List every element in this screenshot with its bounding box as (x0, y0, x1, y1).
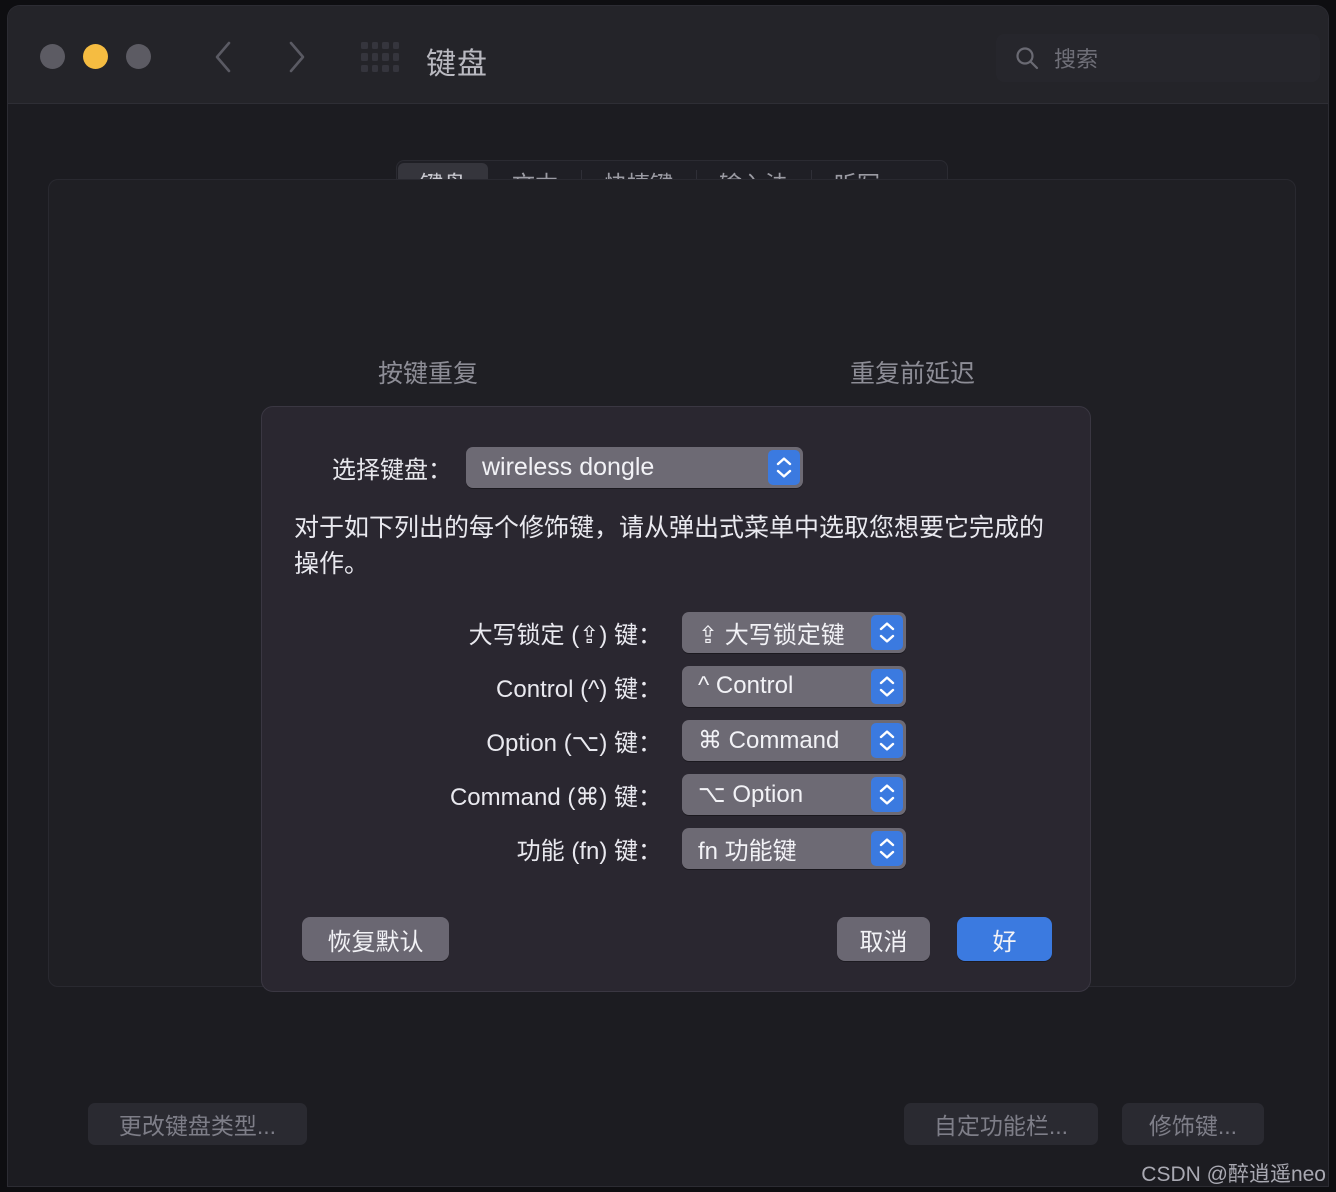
restore-defaults-button[interactable]: 恢复默认 (302, 917, 449, 961)
capslock-action-value: ⇪ 大写锁定键 (698, 621, 845, 649)
modifier-row-fn: 功能 (fn) 键： fn 功能键 (262, 821, 1090, 875)
system-preferences-window: 键盘 搜索 键盘 文本 快捷键 输入法 听写 按键重复 重复前延迟 更 (8, 6, 1328, 1186)
modifier-row-option: Option (⌥) 键： ⌘ Command (262, 713, 1090, 767)
search-icon (1014, 45, 1040, 71)
close-button[interactable] (40, 44, 65, 69)
modifier-row-capslock: 大写锁定 (⇪) 键： ⇪ 大写锁定键 (262, 605, 1090, 659)
titlebar: 键盘 搜索 (8, 6, 1328, 104)
modifier-row-control: Control (^) 键： ^ Control (262, 659, 1090, 713)
command-action-value: ⌥ Option (698, 780, 804, 808)
customize-touch-bar-button[interactable]: 自定功能栏... (904, 1103, 1098, 1145)
preferences-body: 键盘 文本 快捷键 输入法 听写 按键重复 重复前延迟 更改键盘类型... 自定… (8, 104, 1328, 1186)
change-keyboard-type-button[interactable]: 更改键盘类型... (88, 1103, 307, 1145)
screen: 键盘 搜索 键盘 文本 快捷键 输入法 听写 按键重复 重复前延迟 更 (0, 0, 1336, 1192)
modifier-rows: 大写锁定 (⇪) 键： ⇪ 大写锁定键 Control (^) 键： ^ Con… (262, 605, 1090, 875)
cancel-button[interactable]: 取消 (837, 917, 930, 961)
stepper-updown-icon[interactable] (871, 776, 903, 812)
search-placeholder: 搜索 (1054, 47, 1099, 72)
control-action-value: ^ Control (698, 672, 794, 699)
stepper-updown-icon[interactable] (871, 830, 903, 866)
option-action-value: ⌘ Command (698, 726, 840, 754)
capslock-action-dropdown[interactable]: ⇪ 大写锁定键 (682, 611, 906, 653)
delay-until-repeat-label: 重复前延迟 (850, 360, 976, 388)
fn-action-value: fn 功能键 (698, 837, 797, 865)
stepper-updown-icon[interactable] (871, 722, 903, 758)
stepper-updown-icon[interactable] (768, 450, 800, 485)
select-keyboard-value: wireless dongle (482, 453, 655, 481)
modifier-keys-sheet: 选择键盘： wireless dongle 对于如下列出的每个修饰键，请从弹出式… (261, 406, 1091, 992)
stepper-updown-icon[interactable] (871, 668, 903, 704)
control-action-dropdown[interactable]: ^ Control (682, 665, 906, 707)
search-field[interactable]: 搜索 (996, 34, 1320, 82)
chevron-right-icon (287, 40, 307, 74)
watermark: CSDN @醉逍遥neo (1141, 1163, 1326, 1186)
sheet-action-bar: 恢复默认 取消 好 (262, 917, 1090, 961)
fn-action-dropdown[interactable]: fn 功能键 (682, 827, 906, 869)
forward-button[interactable] (276, 36, 318, 78)
traffic-lights (40, 44, 151, 69)
select-keyboard-row: 选择键盘： wireless dongle (262, 447, 1090, 488)
all-preferences-grid-icon[interactable] (361, 42, 399, 72)
sheet-description: 对于如下列出的每个修饰键，请从弹出式菜单中选取您想要它完成的操作。 (294, 514, 1045, 578)
modifier-keys-button[interactable]: 修饰键... (1122, 1103, 1264, 1145)
modifier-label: Control (^) 键： (496, 675, 662, 703)
select-keyboard-dropdown[interactable]: wireless dongle (466, 447, 803, 488)
select-keyboard-label: 选择键盘： (332, 457, 452, 484)
ok-button[interactable]: 好 (957, 917, 1052, 961)
key-repeat-label: 按键重复 (378, 360, 479, 388)
modifier-label: Command (⌘) 键： (449, 783, 662, 811)
modifier-label: 功能 (fn) 键： (516, 837, 662, 865)
stepper-updown-icon[interactable] (871, 614, 903, 650)
page-title: 键盘 (426, 48, 488, 81)
zoom-button[interactable] (126, 44, 151, 69)
back-button[interactable] (202, 36, 244, 78)
modifier-label: Option (⌥) 键： (486, 729, 662, 757)
modifier-row-command: Command (⌘) 键： ⌥ Option (262, 767, 1090, 821)
minimize-button[interactable] (83, 44, 108, 69)
chevron-left-icon (213, 40, 233, 74)
command-action-dropdown[interactable]: ⌥ Option (682, 773, 906, 815)
option-action-dropdown[interactable]: ⌘ Command (682, 719, 906, 761)
modifier-label: 大写锁定 (⇪) 键： (468, 621, 662, 649)
